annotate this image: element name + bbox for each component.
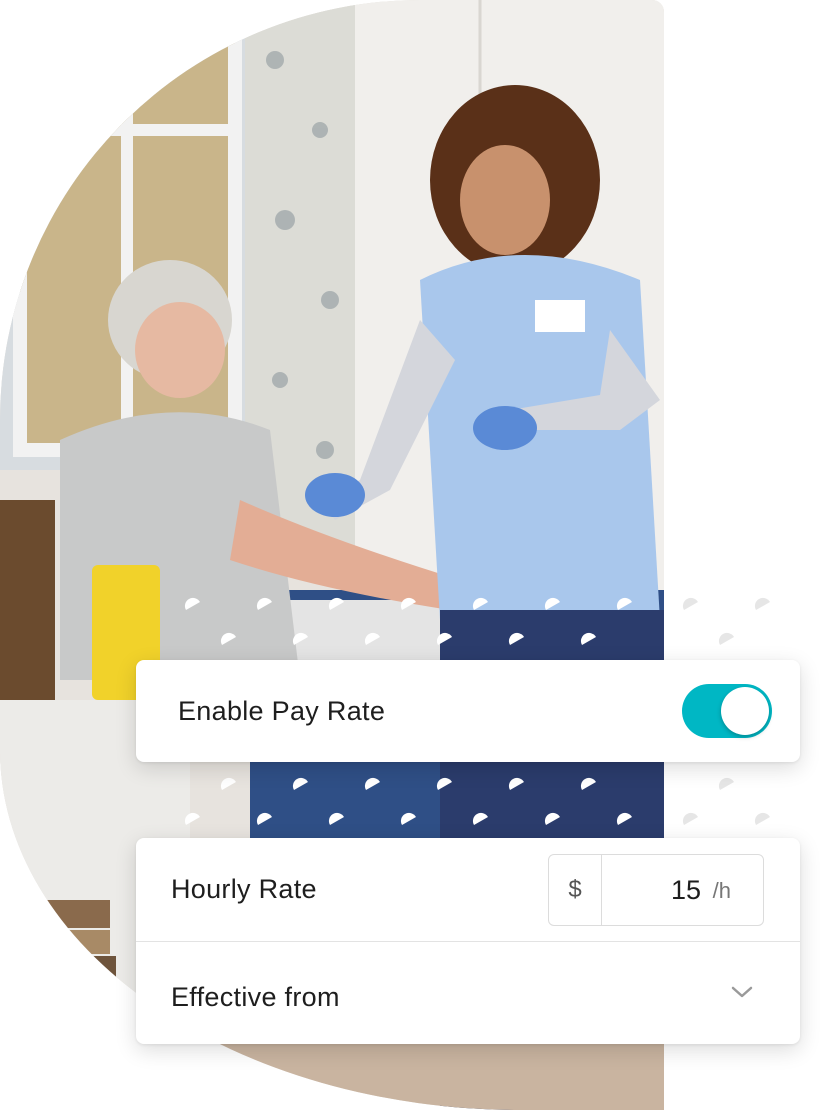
- toggle-knob: [721, 687, 769, 735]
- chevron-down-icon[interactable]: [730, 982, 754, 1002]
- effective-from-dropdown[interactable]: Effective from: [136, 942, 800, 1044]
- rate-unit: /h: [712, 878, 731, 903]
- hourly-rate-value[interactable]: 15: [671, 855, 701, 925]
- enable-pay-rate-toggle[interactable]: [682, 684, 772, 738]
- hourly-rate-input[interactable]: $ 15 /h: [548, 854, 764, 926]
- enable-pay-rate-label: Enable Pay Rate: [178, 696, 386, 726]
- hourly-rate-row: Hourly Rate $ 15 /h: [136, 838, 800, 942]
- pay-rate-settings-card: Hourly Rate $ 15 /h Effective from: [136, 838, 800, 1044]
- enable-pay-rate-card: Enable Pay Rate: [136, 660, 800, 762]
- effective-from-label: Effective from: [171, 982, 340, 1012]
- hourly-rate-label: Hourly Rate: [171, 874, 317, 904]
- currency-symbol: $: [549, 855, 602, 925]
